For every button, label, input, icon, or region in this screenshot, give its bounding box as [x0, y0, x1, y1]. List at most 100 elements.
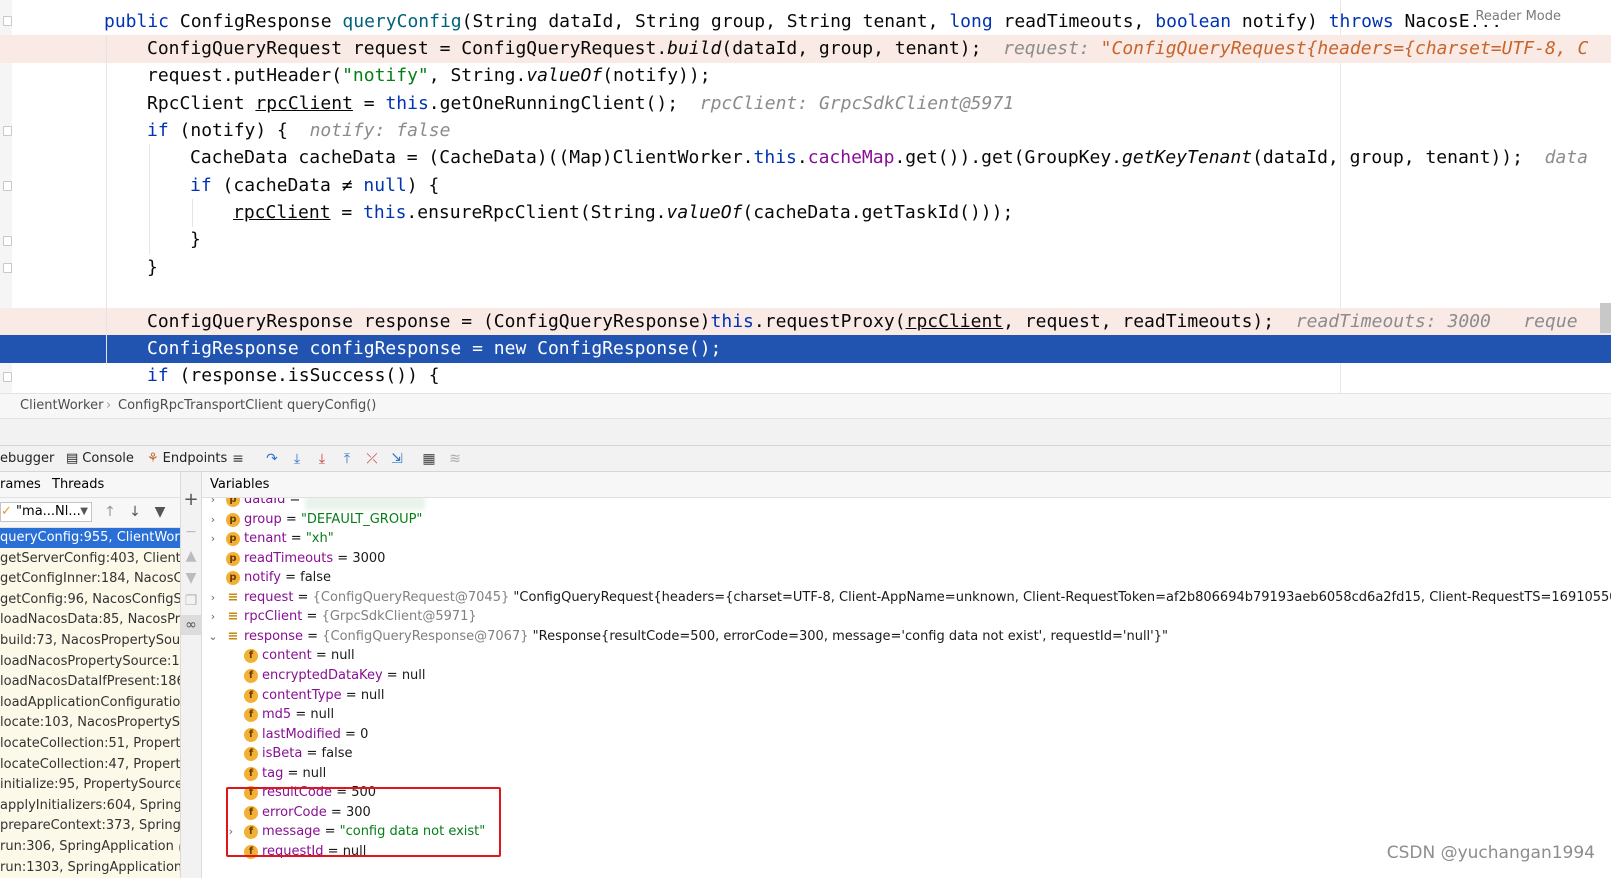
- field-icon: f: [244, 727, 258, 742]
- stack-frame-row[interactable]: run:306, SpringApplication (org.: [0, 837, 180, 857]
- stack-frame-row[interactable]: queryConfig:955, ClientWorker$: [0, 528, 180, 548]
- stack-frame-row[interactable]: loadNacosPropertySource:199,: [0, 652, 180, 672]
- remove-watch-icon[interactable]: −: [181, 522, 201, 542]
- scrollbar-thumb[interactable]: [1600, 303, 1611, 333]
- tab-threads[interactable]: Threads: [52, 472, 104, 498]
- code-line[interactable]: request.putHeader("notify", String.value…: [0, 62, 1611, 90]
- variable-row[interactable]: › ≡ request = {ConfigQueryRequest@7045} "C…: [202, 588, 1611, 608]
- stack-frame-row[interactable]: initialize:95, PropertySourceBoo: [0, 775, 180, 795]
- expand-arrow-icon[interactable]: ›: [207, 588, 219, 608]
- code-line[interactable]: RpcClient rpcClient = this.getOneRunning…: [0, 90, 1611, 118]
- variable-row[interactable]: f md5 = null: [202, 705, 1611, 725]
- variable-row[interactable]: f encryptedDataKey = null: [202, 666, 1611, 686]
- stack-frame-row[interactable]: loadNacosData:85, NacosPrope: [0, 610, 180, 630]
- layout-menu-icon[interactable]: ≡: [229, 450, 247, 468]
- variable-row[interactable]: › p group = "DEFAULT_GROUP": [202, 510, 1611, 530]
- filter-icon[interactable]: ▼: [151, 503, 169, 521]
- code-line[interactable]: }: [0, 226, 1611, 254]
- stack-frame-row[interactable]: applyInitializers:604, SpringAppl: [0, 796, 180, 816]
- trace-icon[interactable]: ≋: [446, 450, 464, 468]
- expand-arrow-icon[interactable]: ›: [207, 498, 219, 510]
- code-line[interactable]: CacheData cacheData = (CacheData)((Map)C…: [0, 144, 1611, 172]
- variable-row[interactable]: f lastModified = 0: [202, 725, 1611, 745]
- force-step-into-icon[interactable]: ⤓: [313, 450, 331, 468]
- panel-divider[interactable]: [0, 419, 1611, 445]
- code-line[interactable]: rpcClient = this.ensureRpcClient(String.…: [0, 199, 1611, 227]
- code-line[interactable]: if (response.isSuccess()) {: [0, 362, 1611, 390]
- step-over-icon[interactable]: ↷: [263, 450, 281, 468]
- code-editor[interactable]: public ConfigResponse queryConfig(String…: [0, 0, 1611, 393]
- stack-frame-row[interactable]: prepareContext:373, SpringApp: [0, 816, 180, 836]
- move-down-icon[interactable]: ▼: [181, 568, 201, 588]
- variable-row[interactable]: f contentType = null: [202, 686, 1611, 706]
- variable-row[interactable]: › ≡ rpcClient = {GrpcSdkClient@5971}: [202, 607, 1611, 627]
- code-token: ConfigResponse: [179, 11, 343, 32]
- tab-frames[interactable]: rames: [0, 472, 41, 498]
- breakpoint-line[interactable]: ConfigQueryResponse response = (ConfigQu…: [0, 308, 1611, 336]
- breadcrumb-class[interactable]: ClientWorker: [20, 394, 103, 418]
- code-token: boolean: [1155, 11, 1232, 32]
- show-watches-icon[interactable]: ∞: [181, 615, 201, 635]
- variable-row[interactable]: f content = null: [202, 646, 1611, 666]
- object-icon: ≡: [227, 609, 239, 625]
- copy-icon[interactable]: ❐: [181, 591, 201, 611]
- current-execution-line[interactable]: ConfigResponse configResponse = new Conf…: [0, 335, 1611, 363]
- expand-arrow-icon[interactable]: ›: [207, 510, 219, 530]
- variable-reference: {ConfigQueryResponse@7067}: [322, 628, 533, 644]
- variable-row[interactable]: p notify = false: [202, 568, 1611, 588]
- field-icon: f: [244, 668, 258, 683]
- tab-endpoints[interactable]: ⚘ Endpoints: [147, 446, 227, 472]
- variable-value: 3000: [352, 550, 386, 566]
- code-line[interactable]: if (cacheData ≠ null) {: [0, 172, 1611, 200]
- reader-mode-label[interactable]: Reader Mode: [1471, 8, 1565, 25]
- stack-frame-row[interactable]: build:73, NacosPropertySourceB: [0, 631, 180, 651]
- code-token: , request, readTimeouts);: [1003, 311, 1296, 332]
- thread-selector[interactable]: ✓ "ma...Nl... ▼: [0, 502, 92, 522]
- variable-value: null: [401, 667, 426, 683]
- code-line[interactable]: [0, 281, 1611, 309]
- stack-frame-row[interactable]: getConfigInner:184, NacosConfi: [0, 569, 180, 589]
- variable-row[interactable]: p readTimeouts = 3000: [202, 549, 1611, 569]
- step-out-icon[interactable]: ⤒: [338, 450, 356, 468]
- variable-row[interactable]: › p dataId =: [202, 498, 1611, 510]
- variable-row[interactable]: ⌄ ≡ response = {ConfigQueryResponse@7067} …: [202, 627, 1611, 647]
- code-line[interactable]: if (notify) { notify: false: [0, 117, 1611, 145]
- tab-console[interactable]: ▤ Console: [66, 446, 134, 472]
- variable-text: dataId =: [244, 498, 425, 510]
- move-up-icon[interactable]: ▲: [181, 546, 201, 566]
- collapse-arrow-icon[interactable]: ⌄: [207, 627, 219, 647]
- breakpoint-line[interactable]: ConfigQueryRequest request = ConfigQuery…: [0, 35, 1611, 63]
- expand-arrow-icon[interactable]: ›: [207, 529, 219, 549]
- stack-frame-row[interactable]: getServerConfig:403, ClientWork: [0, 549, 180, 569]
- stack-frame-row[interactable]: loadNacosDataIfPresent:186, Na: [0, 672, 180, 692]
- stack-frame-row[interactable]: locateCollection:47, PropertySou: [0, 755, 180, 775]
- stack-frame-row[interactable]: locate:103, NacosPropertySourc: [0, 713, 180, 733]
- stack-frame-row[interactable]: getConfig:96, NacosConfigServi: [0, 590, 180, 610]
- field-icon: f: [244, 708, 258, 723]
- arrow-up-icon[interactable]: ↑: [101, 503, 119, 521]
- variable-row[interactable]: › p tenant = "xh": [202, 529, 1611, 549]
- code-line[interactable]: }: [0, 254, 1611, 282]
- variable-row[interactable]: f tag = null: [202, 764, 1611, 784]
- tab-debugger-label: ebugger: [0, 451, 55, 466]
- stack-frame-row[interactable]: run:1303, SpringApplication (or: [0, 858, 180, 878]
- variable-name: isBeta: [262, 746, 303, 762]
- breadcrumb-method[interactable]: queryConfig(): [287, 394, 376, 418]
- evaluate-expression-icon[interactable]: ▦: [420, 450, 438, 468]
- inline-debug-value: rpcClient: GrpcSdkClient@5971: [699, 93, 1015, 114]
- variable-row[interactable]: f isBeta = false: [202, 744, 1611, 764]
- variable-text: tenant = "xh": [244, 529, 334, 549]
- run-to-cursor-icon[interactable]: ⇲: [388, 450, 406, 468]
- drop-frame-icon[interactable]: ⤫: [363, 450, 381, 468]
- expand-arrow-icon[interactable]: ›: [207, 607, 219, 627]
- stack-frame-row[interactable]: locateCollection:51, PropertySou: [0, 734, 180, 754]
- breadcrumb-inner-class[interactable]: ConfigRpcTransportClient: [118, 394, 283, 418]
- step-into-icon[interactable]: ⤓: [288, 450, 306, 468]
- frames-list[interactable]: queryConfig:955, ClientWorker$ getServerC…: [0, 528, 180, 878]
- add-watch-icon[interactable]: +: [181, 490, 201, 510]
- code-token: rpcClient: [905, 311, 1004, 332]
- arrow-down-icon[interactable]: ↓: [126, 503, 144, 521]
- tab-debugger[interactable]: ebugger: [0, 446, 54, 472]
- stack-frame-row[interactable]: loadApplicationConfiguration:14: [0, 693, 180, 713]
- code-line[interactable]: public ConfigResponse queryConfig(String…: [0, 8, 1611, 36]
